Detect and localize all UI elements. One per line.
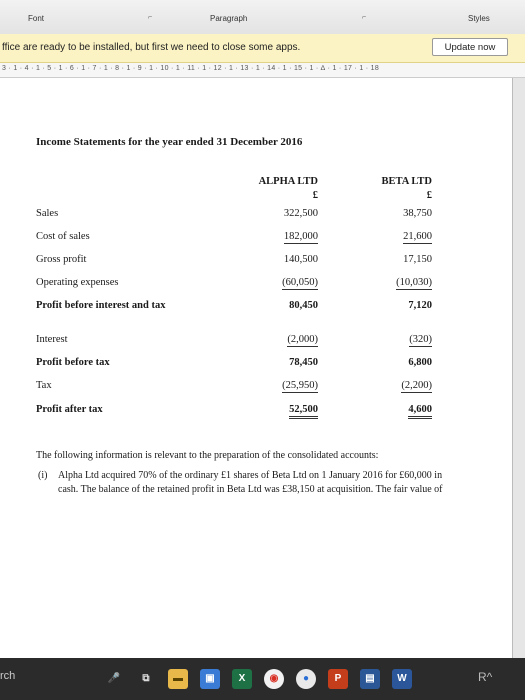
beta-profit-before-tax: 6,800 <box>408 357 432 368</box>
font-dialog-launcher-icon[interactable]: ⌐ <box>148 14 152 21</box>
update-message: ffice are ready to be installed, but fir… <box>2 42 301 53</box>
powerpoint-icon[interactable]: P <box>328 669 348 689</box>
alpha-currency: £ <box>312 190 318 201</box>
row-label-profit-before-tax: Profit before tax <box>36 357 110 368</box>
styles-group-label: Styles <box>468 14 490 23</box>
taskbar-search-box[interactable]: rch <box>0 670 15 682</box>
media-player-icon[interactable]: ● <box>296 669 316 689</box>
beta-ltd-header: BETA LTD <box>381 176 433 187</box>
beta-operating-expenses: (10,030) <box>396 277 432 290</box>
beta-currency: £ <box>426 190 432 201</box>
alpha-profit-after-tax: 52,500 <box>289 404 318 419</box>
item-i-line2: cash. The balance of the retained profit… <box>58 484 443 495</box>
consolidation-intro: The following information is relevant to… <box>36 450 379 461</box>
beta-tax: (2,200) <box>401 380 432 393</box>
alpha-cost-of-sales: 182,000 <box>283 231 318 244</box>
taskbar: rch 🎤 ⧉ ▬ ▣ X ◉ ● P ▤ W R^ <box>0 658 525 700</box>
beta-gross-profit: 17,150 <box>403 254 432 265</box>
row-label-profit-after-tax: Profit after tax <box>36 404 103 415</box>
row-label-interest: Interest <box>36 334 68 345</box>
document-body: Income Statements for the year ended 31 … <box>0 78 512 658</box>
beta-pbit: 7,120 <box>408 300 432 311</box>
document-page[interactable]: Income Statements for the year ended 31 … <box>0 78 513 658</box>
beta-interest: (320) <box>409 334 432 347</box>
alpha-ltd-header: ALPHA LTD <box>258 176 318 187</box>
screen: Font ⌐ Paragraph ⌐ Styles ffice are read… <box>0 0 525 700</box>
row-label-sales: Sales <box>36 208 59 219</box>
file-explorer-icon[interactable]: ▬ <box>168 669 188 689</box>
item-i-line1: Alpha Ltd acquired 70% of the ordinary £… <box>58 470 443 481</box>
update-now-button[interactable]: Update now <box>432 38 508 56</box>
alpha-pbit: 80,450 <box>289 300 318 311</box>
alpha-interest: (2,000) <box>287 334 318 347</box>
task-view-icon[interactable]: ⧉ <box>136 669 156 689</box>
microphone-icon[interactable]: 🎤 <box>104 669 124 689</box>
alpha-profit-before-tax: 78,450 <box>289 357 318 368</box>
beta-cost-of-sales: 21,600 <box>403 231 432 244</box>
alpha-tax: (25,950) <box>282 380 318 393</box>
beta-profit-after-tax: 4,600 <box>408 404 432 419</box>
store-icon[interactable]: ▣ <box>200 669 220 689</box>
excel-icon[interactable]: X <box>232 669 252 689</box>
alpha-sales: 322,500 <box>283 208 318 219</box>
font-group-label: Font <box>28 14 45 23</box>
row-label-pbit: Profit before interest and tax <box>36 300 166 311</box>
vertical-scrollbar[interactable] <box>513 78 525 658</box>
paragraph-group-label: Paragraph <box>210 14 248 23</box>
photos-icon[interactable]: ▤ <box>360 669 380 689</box>
ribbon-group-labels: Font ⌐ Paragraph ⌐ Styles <box>0 0 525 35</box>
row-label-gross-profit: Gross profit <box>36 254 87 265</box>
row-label-operating-expenses: Operating expenses <box>36 277 119 288</box>
update-notification-bar: ffice are ready to be installed, but fir… <box>0 34 525 63</box>
horizontal-ruler[interactable]: 3 · 1 · 4 · 1 · 5 · 1 · 6 · 1 · 7 · 1 · … <box>0 63 525 78</box>
beta-sales: 38,750 <box>403 208 432 219</box>
income-statement-heading: Income Statements for the year ended 31 … <box>36 136 303 148</box>
ruler-scale: 3 · 1 · 4 · 1 · 5 · 1 · 6 · 1 · 7 · 1 · … <box>2 65 380 72</box>
word-icon[interactable]: W <box>392 669 412 689</box>
row-label-tax: Tax <box>36 380 52 391</box>
alpha-gross-profit: 140,500 <box>283 254 318 265</box>
paragraph-dialog-launcher-icon[interactable]: ⌐ <box>362 14 366 21</box>
item-i-marker: (i) <box>38 470 48 481</box>
alpha-operating-expenses: (60,050) <box>282 277 318 290</box>
chrome-icon[interactable]: ◉ <box>264 669 284 689</box>
system-tray-icon[interactable]: R^ <box>478 670 492 684</box>
row-label-cost-of-sales: Cost of sales <box>36 231 90 242</box>
